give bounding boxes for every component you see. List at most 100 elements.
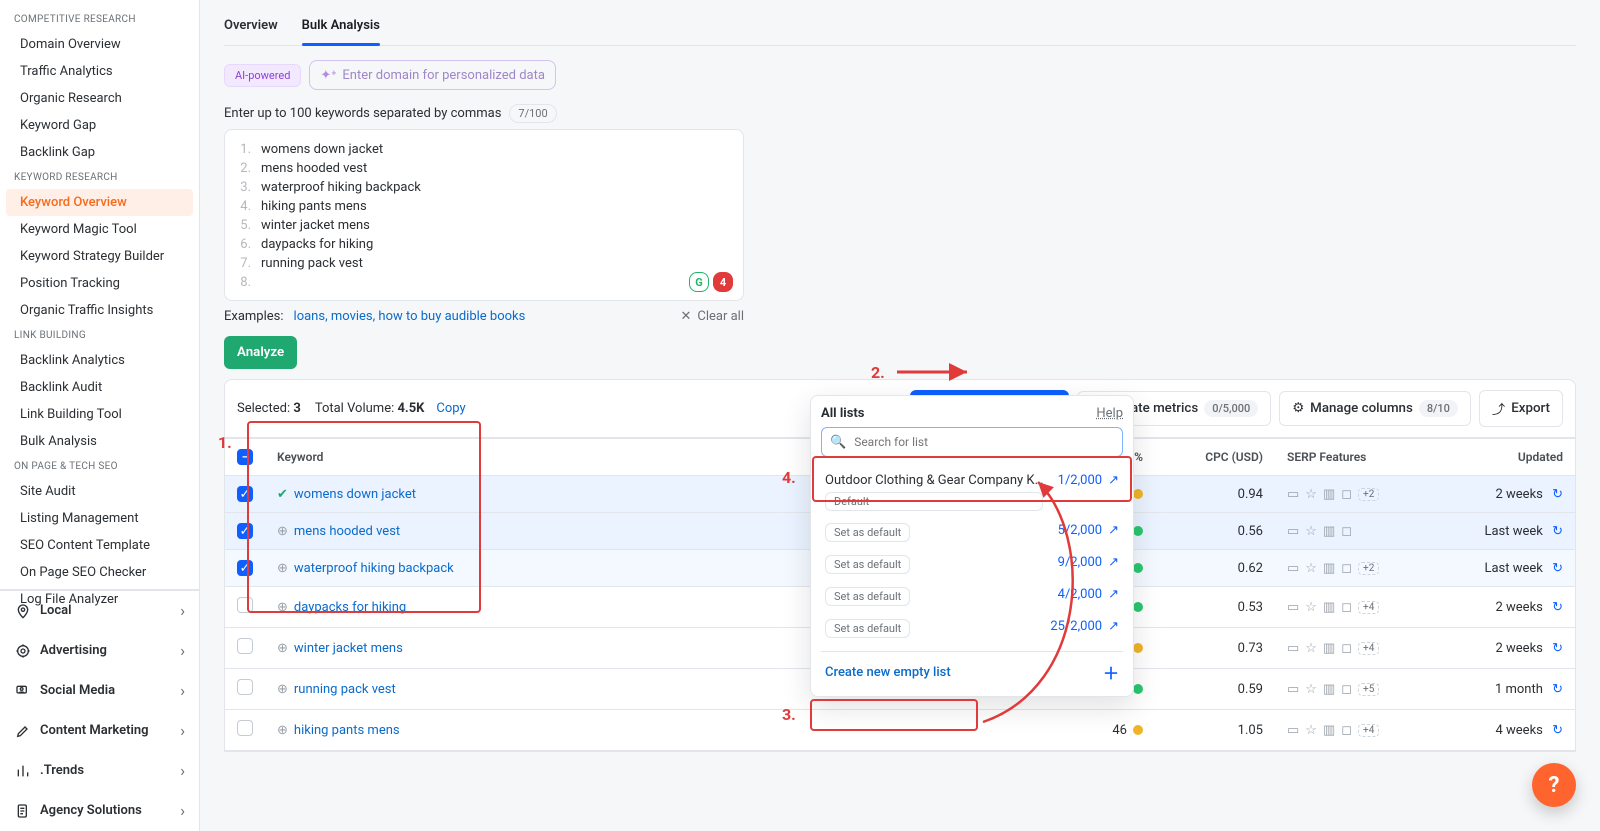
keyword-link[interactable]: hiking pants mens [294, 723, 400, 738]
open-external-icon[interactable]: ↗ [1108, 587, 1119, 602]
serp-feature-icon: ▥ [1323, 561, 1335, 576]
nav-item-traffic-analytics[interactable]: Traffic Analytics [6, 58, 193, 85]
nav-section-title: LINK BUILDING [0, 324, 199, 347]
set-default-button[interactable]: Set as default [825, 619, 910, 638]
sidebar-bottom-label: Agency Solutions [40, 803, 180, 818]
popover-title: All lists [821, 406, 864, 421]
col-cpc[interactable]: CPC (USD) [1155, 439, 1275, 476]
col-updated[interactable]: Updated [1455, 439, 1575, 476]
help-fab[interactable]: ? [1532, 763, 1576, 807]
chevron-right-icon [180, 681, 185, 700]
refresh-icon[interactable]: ↻ [1549, 561, 1563, 576]
set-default-button[interactable]: Set as default [825, 523, 910, 542]
row-checkbox[interactable] [237, 720, 253, 736]
set-default-button[interactable]: Set as default [825, 555, 910, 574]
keyword-input-box[interactable]: 1.womens down jacket 2.mens hooded vest … [224, 129, 744, 301]
nav-item-backlink-audit[interactable]: Backlink Audit [6, 374, 193, 401]
sidebar-bottom-local[interactable]: Local [0, 590, 199, 631]
keyword-link[interactable]: womens down jacket [294, 487, 416, 502]
nav-item-domain-overview[interactable]: Domain Overview [6, 31, 193, 58]
keyword-link[interactable]: running pack vest [294, 682, 396, 697]
nav-item-seo-content-template[interactable]: SEO Content Template [6, 532, 193, 559]
row-checkbox[interactable]: ✓ [237, 560, 253, 576]
nav-item-site-audit[interactable]: Site Audit [6, 478, 193, 505]
nav-item-listing-management[interactable]: Listing Management [6, 505, 193, 532]
row-checkbox[interactable]: ✓ [237, 486, 253, 502]
keyword-link[interactable]: winter jacket mens [294, 641, 403, 656]
popover-help-link[interactable]: Help [1096, 406, 1123, 421]
nav-item-on-page-seo-checker[interactable]: On Page SEO Checker [6, 559, 193, 586]
refresh-icon[interactable]: ↻ [1549, 723, 1563, 738]
nav-item-keyword-strategy-builder[interactable]: Keyword Strategy Builder [6, 243, 193, 270]
row-checkbox[interactable] [237, 679, 253, 695]
set-default-button[interactable]: Set as default [825, 587, 910, 606]
serp-feature-icon: ◻ [1341, 524, 1352, 539]
keyword-text: winter jacket mens [261, 218, 370, 233]
table-row: ⊕hiking pants mens461.05▭☆▥◻+44 weeks ↻ [225, 710, 1575, 751]
serp-feature-icon: ▭ [1287, 524, 1299, 539]
manage-columns-button[interactable]: ⚙ Manage columns 8/10 [1279, 391, 1471, 426]
nav-item-position-tracking[interactable]: Position Tracking [6, 270, 193, 297]
pin-icon [14, 603, 32, 619]
keyword-link[interactable]: waterproof hiking backpack [294, 561, 454, 576]
keyword-link[interactable]: daypacks for hiking [294, 600, 406, 615]
create-list-plus-icon[interactable]: ＋ [1103, 660, 1119, 684]
row-checkbox[interactable]: ✓ [237, 523, 253, 539]
refresh-icon[interactable]: ↻ [1549, 524, 1563, 539]
analyze-button[interactable]: Analyze [224, 336, 297, 369]
popover-search[interactable]: 🔍 [821, 427, 1123, 457]
export-button[interactable]: ⤴ Export [1479, 390, 1563, 427]
search-icon: 🔍 [830, 435, 846, 450]
add-circle-icon: ⊕ [277, 600, 288, 615]
sidebar-bottom-label: Advertising [40, 643, 180, 658]
ai-domain-input[interactable]: ✦⁺ Enter domain for personalized data [309, 60, 556, 90]
nav-item-organic-research[interactable]: Organic Research [6, 85, 193, 112]
col-serp[interactable]: SERP Features [1275, 439, 1455, 476]
row-checkbox[interactable] [237, 597, 253, 613]
tab-bulk-analysis[interactable]: Bulk Analysis [302, 8, 380, 45]
chevron-right-icon [180, 601, 185, 620]
refresh-icon[interactable]: ↻ [1549, 641, 1563, 656]
tab-overview[interactable]: Overview [224, 8, 278, 45]
kd-dot [1133, 684, 1143, 694]
popover-list-item[interactable]: Set as default5/2,000↗ [821, 517, 1123, 549]
open-external-icon[interactable]: ↗ [1108, 523, 1119, 538]
sidebar-bottom-label: Content Marketing [40, 723, 180, 738]
nav-item-keyword-gap[interactable]: Keyword Gap [6, 112, 193, 139]
nav-item-backlink-analytics[interactable]: Backlink Analytics [6, 347, 193, 374]
example-links[interactable]: loans, movies, how to buy audible books [294, 309, 526, 324]
open-external-icon[interactable]: ↗ [1108, 555, 1119, 570]
popover-list-item[interactable]: Set as default25/2,000↗ [821, 613, 1123, 645]
close-icon: ✕ [680, 309, 691, 324]
nav-item-bulk-analysis[interactable]: Bulk Analysis [6, 428, 193, 455]
open-external-icon[interactable]: ↗ [1108, 473, 1119, 488]
open-external-icon[interactable]: ↗ [1108, 619, 1119, 634]
create-list-link[interactable]: Create new empty list [825, 665, 951, 680]
add-circle-icon: ⊕ [277, 682, 288, 697]
nav-item-keyword-magic-tool[interactable]: Keyword Magic Tool [6, 216, 193, 243]
popover-list-item[interactable]: Set as default4/2,000↗ [821, 581, 1123, 613]
keyword-link[interactable]: mens hooded vest [294, 524, 400, 539]
refresh-icon[interactable]: ↻ [1549, 682, 1563, 697]
sidebar-bottom-agency[interactable]: Agency Solutions [0, 791, 199, 831]
select-all-checkbox[interactable]: − [237, 449, 253, 465]
row-checkbox[interactable] [237, 638, 253, 654]
copy-button[interactable]: Copy [436, 401, 465, 416]
nav-item-keyword-overview[interactable]: Keyword Overview [6, 189, 193, 216]
clear-all-button[interactable]: ✕ Clear all [680, 309, 744, 324]
upload-icon: ⤴ [1492, 399, 1505, 418]
nav-item-organic-traffic-insights[interactable]: Organic Traffic Insights [6, 297, 193, 324]
sidebar-bottom-content[interactable]: Content Marketing [0, 711, 199, 751]
col-keyword[interactable]: Keyword [265, 439, 755, 476]
refresh-icon[interactable]: ↻ [1549, 600, 1563, 615]
popover-list-item[interactable]: Outdoor Clothing & Gear Company K… Defau… [821, 467, 1123, 517]
sidebar-bottom-trends[interactable]: .Trends [0, 751, 199, 791]
kd-dot [1133, 489, 1143, 499]
refresh-icon[interactable]: ↻ [1549, 487, 1563, 502]
sidebar-bottom-advertising[interactable]: Advertising [0, 631, 199, 671]
popover-list-item[interactable]: Set as default9/2,000↗ [821, 549, 1123, 581]
nav-item-link-building-tool[interactable]: Link Building Tool [6, 401, 193, 428]
sidebar-bottom-social[interactable]: Social Media [0, 671, 199, 711]
popover-search-input[interactable] [852, 434, 1114, 450]
nav-item-backlink-gap[interactable]: Backlink Gap [6, 139, 193, 166]
